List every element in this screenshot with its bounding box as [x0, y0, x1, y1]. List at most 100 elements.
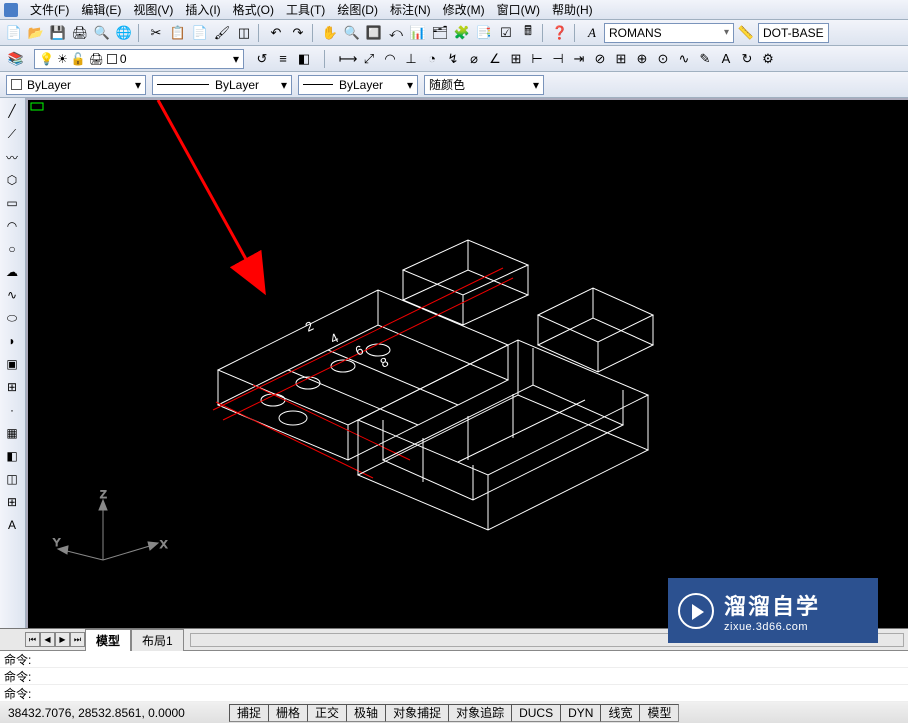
status-dyn[interactable]: DYN	[560, 704, 601, 722]
dim-aligned-icon[interactable]: ⤢	[359, 49, 379, 69]
dim-linear-icon[interactable]: ⟼	[338, 49, 358, 69]
zoom-rt-icon[interactable]: 🔍	[342, 23, 362, 43]
zoom-prev-icon[interactable]: ⤺	[386, 23, 406, 43]
rectangle-icon[interactable]: ▭	[2, 193, 22, 213]
gradient-icon[interactable]: ◧	[2, 446, 22, 466]
dim-dia-icon[interactable]: ⌀	[464, 49, 484, 69]
region-icon[interactable]: ◫	[2, 469, 22, 489]
status-lwt[interactable]: 线宽	[600, 704, 640, 722]
status-grid[interactable]: 栅格	[268, 704, 308, 722]
markup-icon[interactable]: ☑	[496, 23, 516, 43]
textstyle-a-icon[interactable]: A	[582, 23, 602, 43]
layer-state-icon[interactable]: ≡	[273, 49, 293, 69]
layers-icon[interactable]: 📚	[6, 49, 26, 69]
pline-icon[interactable]: 〰	[2, 147, 22, 167]
tab-next-icon[interactable]: ▶	[55, 632, 70, 647]
tab-model[interactable]: 模型	[85, 629, 131, 651]
tolerance-icon[interactable]: ⊞	[611, 49, 631, 69]
menu-draw[interactable]: 绘图(D)	[331, 0, 384, 20]
dim-arc-icon[interactable]: ◠	[380, 49, 400, 69]
tab-prev-icon[interactable]: ◀	[40, 632, 55, 647]
tab-last-icon[interactable]: ⏭	[70, 632, 85, 647]
ellipse-icon[interactable]: ⬭	[2, 308, 22, 328]
linetype-select[interactable]: ByLayer ▾	[152, 75, 292, 95]
help-icon[interactable]: ❓	[550, 23, 570, 43]
dim-base-icon[interactable]: ⊢	[527, 49, 547, 69]
circle-icon[interactable]: ○	[2, 239, 22, 259]
status-otrack[interactable]: 对象追踪	[448, 704, 512, 722]
status-ducs[interactable]: DUCS	[511, 704, 561, 722]
polygon-icon[interactable]: ⬡	[2, 170, 22, 190]
menu-dimension[interactable]: 标注(N)	[384, 0, 437, 20]
menu-edit[interactable]: 编辑(E)	[75, 0, 127, 20]
block-icon[interactable]: ◫	[234, 23, 254, 43]
dim-edit-icon[interactable]: ✎	[695, 49, 715, 69]
menu-insert[interactable]: 插入(I)	[179, 0, 226, 20]
dim-tedit-icon[interactable]: A	[716, 49, 736, 69]
dim-inspect-icon[interactable]: ⊙	[653, 49, 673, 69]
make-block-icon[interactable]: ⊞	[2, 377, 22, 397]
zoom-win-icon[interactable]: 🔲	[364, 23, 384, 43]
undo-icon[interactable]: ↶	[266, 23, 286, 43]
dim-style-select[interactable]: DOT-BASE	[758, 23, 829, 43]
dim-over-icon[interactable]: ⚙	[758, 49, 778, 69]
center-mark-icon[interactable]: ⊕	[632, 49, 652, 69]
menu-tools[interactable]: 工具(T)	[280, 0, 331, 20]
dim-quick-icon[interactable]: ⊞	[506, 49, 526, 69]
ellipse-arc-icon[interactable]: ◗	[2, 331, 22, 351]
menu-window[interactable]: 窗口(W)	[491, 0, 546, 20]
calc-icon[interactable]: 🖩	[518, 23, 538, 43]
status-model[interactable]: 模型	[639, 704, 679, 722]
redo-icon[interactable]: ↷	[288, 23, 308, 43]
insert-block-icon[interactable]: ▣	[2, 354, 22, 374]
tab-first-icon[interactable]: ⏮	[25, 632, 40, 647]
tab-layout1[interactable]: 布局1	[131, 629, 184, 651]
new-icon[interactable]: 📄	[4, 23, 24, 43]
text-style-select[interactable]: ROMANS▾	[604, 23, 734, 43]
save-icon[interactable]: 💾	[48, 23, 68, 43]
dim-update-icon[interactable]: ↻	[737, 49, 757, 69]
print-icon[interactable]: 🖨	[70, 23, 90, 43]
menu-help[interactable]: 帮助(H)	[546, 0, 599, 20]
menu-view[interactable]: 视图(V)	[127, 0, 179, 20]
dimstyle-icon[interactable]: 📏	[736, 23, 756, 43]
dim-cont-icon[interactable]: ⊣	[548, 49, 568, 69]
mtext-icon[interactable]: A	[2, 515, 22, 535]
menu-file[interactable]: 文件(F)	[24, 0, 75, 20]
dim-ord-icon[interactable]: ⊥	[401, 49, 421, 69]
arc-icon[interactable]: ◠	[2, 216, 22, 236]
spline-icon[interactable]: ∿	[2, 285, 22, 305]
drawing-canvas[interactable]: 2 4 6 8	[26, 98, 908, 628]
copy-icon[interactable]: 📋	[168, 23, 188, 43]
status-ortho[interactable]: 正交	[307, 704, 347, 722]
status-osnap[interactable]: 对象捕捉	[385, 704, 449, 722]
table-icon[interactable]: ⊞	[2, 492, 22, 512]
status-polar[interactable]: 极轴	[346, 704, 386, 722]
dim-break-icon[interactable]: ⊘	[590, 49, 610, 69]
preview-icon[interactable]: 🔍	[92, 23, 112, 43]
properties-icon[interactable]: 📊	[408, 23, 428, 43]
layer-dropdown[interactable]: 💡 ☀ 🔓 🖨 0 ▾	[34, 49, 244, 69]
menu-format[interactable]: 格式(O)	[227, 0, 280, 20]
menu-modify[interactable]: 修改(M)	[437, 0, 491, 20]
line-icon[interactable]: ╱	[2, 101, 22, 121]
dim-ang-icon[interactable]: ∠	[485, 49, 505, 69]
point-icon[interactable]: ·	[2, 400, 22, 420]
open-icon[interactable]: 📂	[26, 23, 46, 43]
match-icon[interactable]: 🖌	[212, 23, 232, 43]
revcloud-icon[interactable]: ☁	[2, 262, 22, 282]
layer-iso-icon[interactable]: ◧	[294, 49, 314, 69]
status-snap[interactable]: 捕捉	[229, 704, 269, 722]
color-select[interactable]: ByLayer ▾	[6, 75, 146, 95]
hatch-icon[interactable]: ▦	[2, 423, 22, 443]
tp-icon[interactable]: 🧩	[452, 23, 472, 43]
dim-space-icon[interactable]: ⇥	[569, 49, 589, 69]
cut-icon[interactable]: ✂	[146, 23, 166, 43]
plotstyle-select[interactable]: 随颜色 ▾	[424, 75, 544, 95]
command-input[interactable]: 命令:	[0, 685, 908, 702]
layer-prev-icon[interactable]: ↺	[252, 49, 272, 69]
pan-icon[interactable]: ✋	[320, 23, 340, 43]
dim-jogline-icon[interactable]: ∿	[674, 49, 694, 69]
xline-icon[interactable]: ⟋	[2, 124, 22, 144]
dcenter-icon[interactable]: 🗂	[430, 23, 450, 43]
